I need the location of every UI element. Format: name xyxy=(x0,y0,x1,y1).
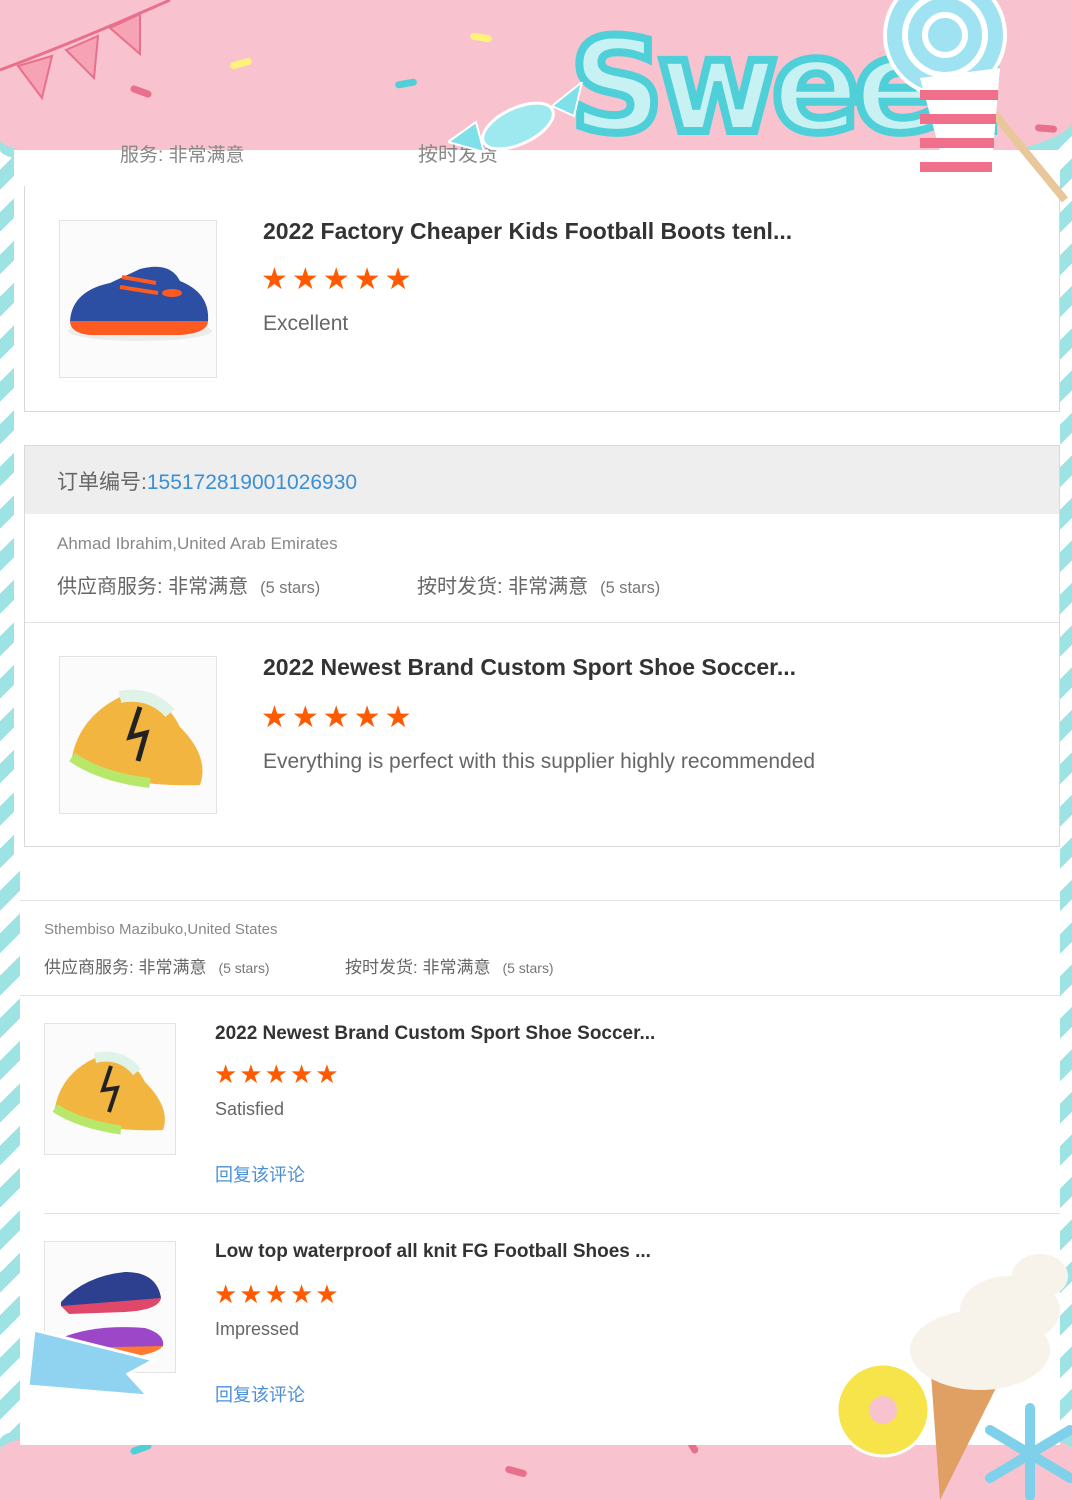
review-card: 2022 Factory Cheaper Kids Football Boots… xyxy=(24,186,1060,412)
bunting-icon xyxy=(0,0,171,101)
product-title[interactable]: 2022 Newest Brand Custom Sport Shoe Socc… xyxy=(215,1023,655,1045)
divider xyxy=(25,622,1059,623)
product-thumbnail[interactable] xyxy=(44,1023,176,1155)
review-text: Satisfied xyxy=(215,1099,285,1119)
product-title[interactable]: 2022 Factory Cheaper Kids Football Boots… xyxy=(263,218,792,245)
order-number-row: 订单编号:155172819001026930 xyxy=(57,466,357,496)
supplier-service-rating: 供应商服务: 非常满意 (5 stars) xyxy=(44,958,270,977)
on-time-delivery-rating: 按时发货: 非常满意 (5 stars) xyxy=(417,576,661,598)
buyer-name: Ahmad Ibrahim,United Arab Emirates xyxy=(57,534,338,553)
order-number-label: 订单编号: xyxy=(57,471,147,494)
yellow-soccer-cleat-icon xyxy=(52,1051,165,1135)
snowflake-cookie-icon xyxy=(985,1403,1072,1500)
order-number-link[interactable]: 155172819001026930 xyxy=(147,471,357,494)
divider xyxy=(20,995,1060,996)
on-time-delivery-rating: 按时发货: 非常满意 (5 stars) xyxy=(345,958,554,977)
review-text: Impressed xyxy=(215,1319,300,1339)
reply-to-review-link[interactable]: 回复该评论 xyxy=(215,1161,305,1187)
divider xyxy=(44,1213,1060,1214)
partial-supplier-service: 服务: 非常满意 xyxy=(120,145,245,166)
product-title[interactable]: Low top waterproof all knit FG Football … xyxy=(215,1241,651,1263)
product-thumbnail[interactable] xyxy=(59,220,217,378)
review-text: Everything is perfect with this supplier… xyxy=(263,750,816,773)
rating-stars: ★★★★★ xyxy=(261,701,416,734)
rating-stars: ★★★★★ xyxy=(214,1059,341,1089)
product-thumbnail[interactable] xyxy=(59,656,217,814)
yellow-soccer-cleat-icon xyxy=(69,689,203,788)
reply-to-review-link[interactable]: 回复该评论 xyxy=(215,1381,305,1407)
review-text: Excellent xyxy=(263,312,349,335)
blue-kids-football-boot-icon xyxy=(68,266,212,341)
product-title[interactable]: 2022 Newest Brand Custom Sport Shoe Socc… xyxy=(263,654,796,681)
wrapped-candy-icon xyxy=(448,82,584,154)
blue-flag-icon xyxy=(28,1330,158,1398)
rating-stars: ★★★★★ xyxy=(214,1279,341,1309)
striped-ribbon-icon xyxy=(920,68,1000,188)
review-card: 订单编号:155172819001026930 Ahmad Ibrahim,Un… xyxy=(24,445,1060,847)
rating-stars: ★★★★★ xyxy=(261,263,416,296)
supplier-service-rating: 供应商服务: 非常满意 (5 stars) xyxy=(57,576,321,598)
buyer-name: Sthembiso Mazibuko,United States xyxy=(44,921,278,938)
